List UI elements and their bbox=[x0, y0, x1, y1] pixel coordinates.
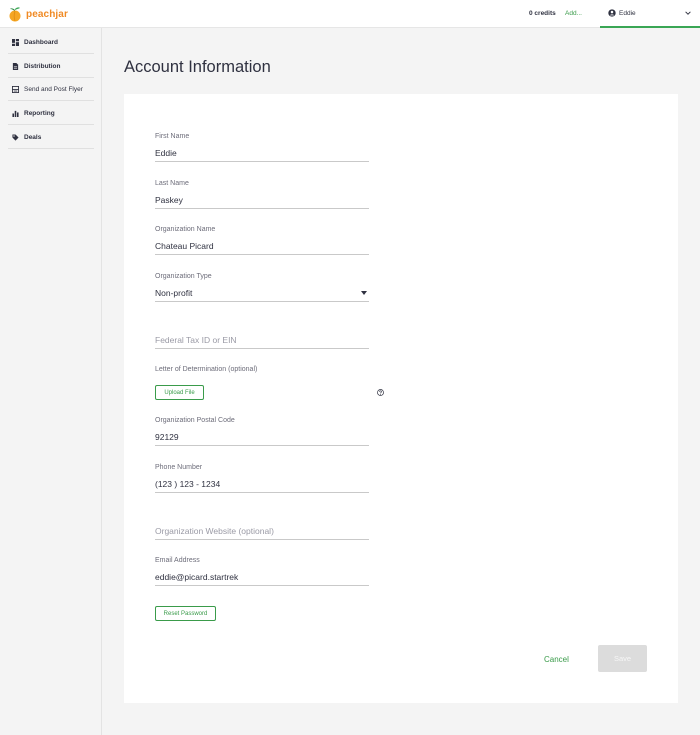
sidebar: Dashboard Distribution Send and Post Fly… bbox=[0, 28, 102, 735]
bar-chart-icon bbox=[12, 110, 19, 117]
user-name: Eddie bbox=[619, 10, 636, 17]
help-icon[interactable] bbox=[377, 389, 384, 396]
sidebar-item-label: Dashboard bbox=[24, 38, 58, 46]
top-bar: peachjar 0 credits Add... Eddie bbox=[0, 0, 700, 28]
dashboard-icon bbox=[12, 38, 19, 46]
sidebar-item-distribution[interactable]: Distribution bbox=[8, 55, 94, 78]
peach-icon bbox=[9, 7, 21, 22]
save-button[interactable]: Save bbox=[598, 645, 647, 672]
sidebar-item-label: Reporting bbox=[24, 109, 55, 117]
user-icon bbox=[608, 9, 616, 17]
cancel-button[interactable]: Cancel bbox=[544, 655, 569, 664]
reset-password-button[interactable]: Reset Password bbox=[155, 606, 216, 621]
sidebar-item-dashboard[interactable]: Dashboard bbox=[8, 31, 94, 54]
email-field[interactable]: eddie@picard.startrek bbox=[155, 570, 369, 586]
sidebar-item-label: Deals bbox=[24, 133, 42, 141]
add-credits-link[interactable]: Add... bbox=[565, 10, 582, 17]
credits-count: 0 credits bbox=[529, 10, 556, 17]
upload-file-button[interactable]: Upload File bbox=[155, 385, 204, 400]
org-type-select[interactable]: Non-profit bbox=[155, 286, 369, 302]
postal-code-field[interactable]: 92129 bbox=[155, 430, 369, 446]
letter-label: Letter of Determination (optional) bbox=[155, 366, 258, 373]
tag-icon bbox=[12, 133, 19, 141]
chevron-down-icon bbox=[685, 11, 691, 15]
sidebar-item-label: Distribution bbox=[24, 62, 61, 70]
postal-code-value: 92129 bbox=[155, 432, 179, 442]
first-name-label: First Name bbox=[155, 133, 190, 140]
sidebar-item-reporting[interactable]: Reporting bbox=[8, 102, 94, 125]
sidebar-item-deals[interactable]: Deals bbox=[8, 126, 94, 149]
org-type-value: Non-profit bbox=[155, 288, 193, 298]
last-name-label: Last Name bbox=[155, 180, 189, 187]
user-menu[interactable]: Eddie bbox=[600, 0, 700, 28]
email-label: Email Address bbox=[155, 557, 200, 564]
org-name-label: Organization Name bbox=[155, 226, 216, 233]
document-icon bbox=[12, 62, 19, 70]
caret-down-icon bbox=[361, 291, 367, 295]
peachjar-logo[interactable]: peachjar bbox=[8, 6, 68, 22]
tax-id-placeholder: Federal Tax ID or EIN bbox=[155, 335, 237, 345]
sidebar-item-send-post-flyer[interactable]: Send and Post Flyer bbox=[8, 78, 94, 101]
last-name-field[interactable]: Paskey bbox=[155, 193, 369, 209]
flyer-icon bbox=[12, 85, 19, 93]
first-name-value: Eddie bbox=[155, 148, 177, 158]
page-title: Account Information bbox=[124, 58, 271, 76]
org-name-value: Chateau Picard bbox=[155, 241, 214, 251]
phone-label: Phone Number bbox=[155, 464, 203, 471]
phone-value: (123 ) 123 - 1234 bbox=[155, 479, 221, 489]
last-name-value: Paskey bbox=[155, 195, 183, 205]
postal-code-label: Organization Postal Code bbox=[155, 417, 235, 424]
org-name-field[interactable]: Chateau Picard bbox=[155, 239, 369, 255]
website-placeholder: Organization Website (optional) bbox=[155, 526, 274, 536]
website-field[interactable]: Organization Website (optional) bbox=[155, 524, 369, 540]
tax-id-field[interactable]: Federal Tax ID or EIN bbox=[155, 333, 369, 349]
sidebar-item-label: Send and Post Flyer bbox=[24, 85, 83, 93]
brand-name: peachjar bbox=[26, 8, 68, 20]
phone-field[interactable]: (123 ) 123 - 1234 bbox=[155, 477, 369, 493]
account-form-card: First Name Eddie Last Name Paskey Organi… bbox=[124, 94, 678, 703]
org-type-label: Organization Type bbox=[155, 273, 212, 280]
first-name-field[interactable]: Eddie bbox=[155, 146, 369, 162]
email-value: eddie@picard.startrek bbox=[155, 572, 239, 582]
